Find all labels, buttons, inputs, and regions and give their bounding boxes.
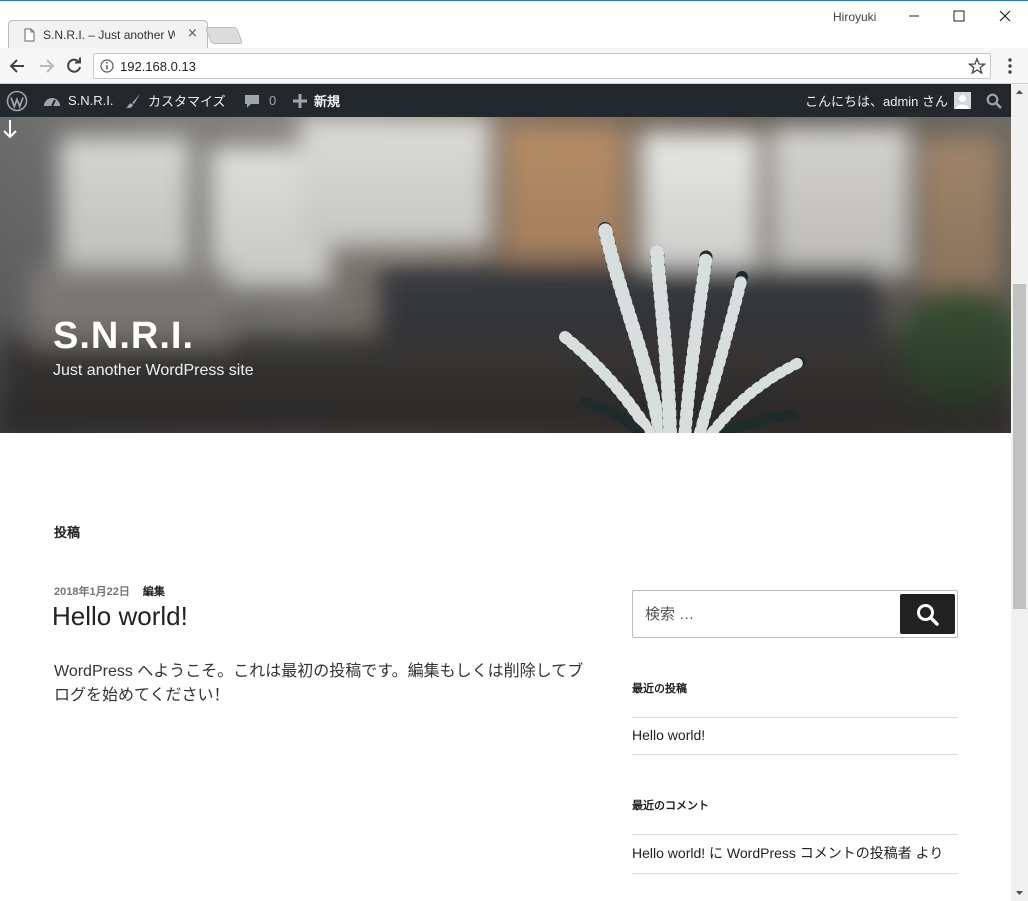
paintbrush-icon: [126, 93, 140, 108]
browser-titlebar: S.N.R.I. – Just another WordPress site ×…: [0, 0, 1028, 49]
scroll-down-arrow-icon[interactable]: [0, 117, 20, 141]
adminbar-search[interactable]: [986, 84, 1002, 117]
post-body: WordPress へようこそ。これは最初の投稿です。編集もしくは削除してブログ…: [54, 663, 584, 704]
recent-comment-item[interactable]: Hello world! に WordPress コメントの投稿者 より: [632, 835, 958, 874]
user-avatar: [954, 92, 972, 109]
minimize-icon[interactable]: [890, 5, 936, 27]
scroll-up-icon[interactable]: [1011, 84, 1028, 101]
comment-bubble-icon: [245, 94, 259, 107]
adminbar-customize[interactable]: カスタマイズ: [124, 84, 226, 117]
scroll-down-icon[interactable]: [1011, 884, 1028, 901]
adminbar-greeting: こんにちは、admin さん: [805, 94, 949, 109]
site-header: S.N.R.I. Just another WordPress site: [0, 117, 1011, 433]
forward-arrow-icon[interactable]: [36, 56, 56, 76]
new-tab-button[interactable]: [204, 27, 244, 44]
wp-admin-bar: S.N.R.I. カスタマイズ 0 新規 こんにちは、admin さん: [0, 84, 1011, 117]
recent-comments-list: Hello world! に WordPress コメントの投稿者 より: [632, 834, 958, 874]
adminbar-new-content[interactable]: 新規: [292, 84, 340, 117]
adminbar-customize-label: カスタマイズ: [148, 94, 226, 109]
tab-close-icon[interactable]: ×: [187, 26, 198, 42]
recent-posts-list: Hello world!: [632, 717, 958, 755]
scrollbar-thumb[interactable]: [1013, 284, 1026, 609]
site-title[interactable]: S.N.R.I.: [53, 315, 194, 358]
adminbar-my-account[interactable]: こんにちは、admin さん: [805, 84, 972, 117]
recent-comments-title: 最近のコメント: [632, 800, 709, 812]
post-date-link[interactable]: 2018年1月22日: [54, 586, 130, 598]
search-button[interactable]: [900, 594, 955, 634]
recent-posts-title: 最近の投稿: [632, 683, 687, 695]
close-window-icon[interactable]: [982, 5, 1028, 27]
browser-menu-icon[interactable]: [1002, 56, 1018, 76]
search-input[interactable]: [634, 592, 894, 636]
post-edit-link[interactable]: 編集: [143, 586, 165, 598]
profile-name[interactable]: Hiroyuki: [833, 10, 876, 24]
adminbar-new-label: 新規: [314, 94, 341, 109]
wordpress-logo-icon: [6, 90, 28, 111]
tab-title: S.N.R.I. – Just another WordPress site: [43, 28, 175, 42]
adminbar-site-name[interactable]: S.N.R.I.: [42, 84, 114, 117]
page-heading: 投稿: [54, 525, 81, 540]
post-meta: 2018年1月22日 編集: [54, 583, 165, 599]
bookmark-star-icon[interactable]: [968, 57, 986, 75]
wp-logo-menu[interactable]: [6, 84, 28, 117]
post-title[interactable]: Hello world!: [52, 601, 188, 632]
browser-tab[interactable]: S.N.R.I. – Just another WordPress site ×: [8, 20, 208, 49]
maximize-icon[interactable]: [936, 5, 982, 27]
info-icon[interactable]: [100, 59, 114, 73]
page-scrollbar[interactable]: [1011, 84, 1028, 901]
page-icon: [24, 28, 35, 42]
site-description: Just another WordPress site: [53, 362, 254, 379]
comments-count: 0: [269, 93, 277, 108]
plus-icon: [293, 93, 307, 108]
browser-toolbar: 192.168.0.13: [0, 48, 1028, 84]
search-icon: [917, 604, 939, 626]
reload-icon[interactable]: [64, 56, 84, 76]
recent-post-item[interactable]: Hello world!: [632, 718, 958, 755]
back-arrow-icon[interactable]: [8, 56, 28, 76]
search-form: [632, 590, 958, 638]
adminbar-site-label: S.N.R.I.: [68, 93, 114, 108]
avatar-silhouette-icon: [956, 95, 970, 109]
adminbar-comments[interactable]: 0: [243, 84, 276, 117]
url-text: 192.168.0.13: [120, 59, 196, 74]
address-bar[interactable]: 192.168.0.13: [93, 53, 991, 79]
search-icon: [986, 93, 1002, 109]
header-image: [0, 117, 1011, 433]
dashboard-gauge-icon: [44, 97, 60, 106]
